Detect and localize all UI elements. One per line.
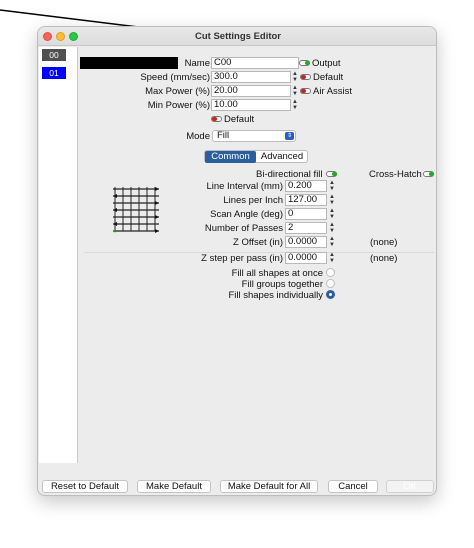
name-field[interactable]: C00 bbox=[211, 57, 299, 69]
chevron-updown-icon: ⇕ bbox=[285, 132, 294, 140]
min-power-label: Min Power (%) bbox=[147, 100, 210, 111]
make-default-for-all-button[interactable]: Make Default for All bbox=[220, 480, 318, 493]
z-offset-note: (none) bbox=[370, 237, 398, 248]
reset-to-default-button[interactable]: Reset to Default bbox=[42, 480, 128, 493]
z-step-field[interactable]: 0.0000 bbox=[285, 252, 327, 264]
fill-preview-icon bbox=[113, 187, 159, 233]
make-default-button[interactable]: Make Default bbox=[137, 480, 211, 493]
cut-settings-window: Cut Settings Editor 00 01 Name C00 Outpu… bbox=[37, 26, 437, 496]
speed-field[interactable]: 300.0 bbox=[211, 71, 291, 83]
tab-advanced[interactable]: Advanced bbox=[257, 151, 307, 163]
lines-per-inch-field[interactable]: 127.00 bbox=[285, 194, 327, 206]
mode-select[interactable]: Fill ⇕ bbox=[212, 130, 296, 142]
cross-hatch-label: Cross-Hatch bbox=[369, 169, 422, 180]
air-assist-label: Air Assist bbox=[313, 86, 353, 97]
passes-label: Number of Passes bbox=[204, 223, 283, 234]
fill-all-label: Fill all shapes at once bbox=[231, 268, 323, 279]
output-toggle[interactable] bbox=[299, 60, 310, 66]
line-interval-field[interactable]: 0.200 bbox=[285, 180, 327, 192]
z-step-label: Z step per pass (in) bbox=[201, 253, 283, 264]
z-offset-field[interactable]: 0.0000 bbox=[285, 236, 327, 248]
max-power-field[interactable]: 20.00 bbox=[211, 85, 291, 97]
min-power-default-label: Default bbox=[224, 114, 255, 125]
speed-label: Speed (mm/sec) bbox=[140, 72, 210, 83]
layer-item-00[interactable]: 00 bbox=[42, 49, 66, 61]
z-offset-label: Z Offset (in) bbox=[233, 237, 283, 248]
title-bar: Cut Settings Editor bbox=[38, 27, 436, 46]
cross-hatch-toggle[interactable] bbox=[423, 171, 434, 177]
z-step-note: (none) bbox=[370, 253, 398, 264]
mode-select-value: Fill bbox=[217, 130, 230, 141]
layer-item-01[interactable]: 01 bbox=[42, 67, 66, 79]
bidirectional-fill-label: Bi-directional fill bbox=[256, 169, 323, 180]
layer-list: 00 01 bbox=[39, 47, 78, 463]
fill-individual-label: Fill shapes individually bbox=[228, 290, 323, 301]
scan-angle-stepper[interactable]: ▲ ▼ bbox=[328, 208, 336, 220]
min-power-stepper[interactable]: ▲ ▼ bbox=[291, 99, 299, 111]
mode-label: Mode bbox=[186, 131, 210, 142]
name-label: Name bbox=[184, 58, 210, 69]
scan-angle-label: Scan Angle (deg) bbox=[210, 209, 283, 220]
z-offset-stepper[interactable]: ▲ ▼ bbox=[328, 236, 336, 248]
fill-individual-radio[interactable] bbox=[326, 290, 335, 299]
max-power-stepper[interactable]: ▲ ▼ bbox=[291, 85, 299, 97]
lines-per-inch-stepper[interactable]: ▲ ▼ bbox=[328, 194, 336, 206]
speed-stepper[interactable]: ▲ ▼ bbox=[291, 71, 299, 83]
window-title: Cut Settings Editor bbox=[194, 31, 282, 42]
cancel-button[interactable]: Cancel bbox=[328, 480, 378, 493]
output-label: Output bbox=[312, 58, 341, 69]
speed-default-toggle[interactable] bbox=[300, 74, 311, 80]
line-interval-stepper[interactable]: ▲ ▼ bbox=[328, 180, 336, 192]
layer-color-swatch[interactable] bbox=[80, 57, 178, 69]
speed-default-label: Default bbox=[313, 72, 344, 83]
min-power-default-toggle[interactable] bbox=[211, 116, 222, 122]
lines-per-inch-label: Lines per Inch bbox=[223, 195, 283, 206]
fill-all-radio[interactable] bbox=[326, 268, 335, 277]
z-step-stepper[interactable]: ▲ ▼ bbox=[328, 252, 336, 264]
max-power-label: Max Power (%) bbox=[145, 86, 210, 97]
scan-angle-field[interactable]: 0 bbox=[285, 208, 327, 220]
fill-groups-label: Fill groups together bbox=[241, 279, 323, 290]
air-assist-toggle[interactable] bbox=[300, 88, 311, 94]
line-interval-label: Line Interval (mm) bbox=[206, 181, 283, 192]
fill-groups-radio[interactable] bbox=[326, 279, 335, 288]
bidirectional-fill-toggle[interactable] bbox=[326, 171, 337, 177]
min-power-field[interactable]: 10.00 bbox=[211, 99, 291, 111]
passes-field[interactable]: 2 bbox=[285, 222, 327, 234]
passes-stepper[interactable]: ▲ ▼ bbox=[328, 222, 336, 234]
ok-button[interactable]: OK bbox=[386, 480, 434, 493]
tab-common[interactable]: Common bbox=[205, 151, 256, 163]
